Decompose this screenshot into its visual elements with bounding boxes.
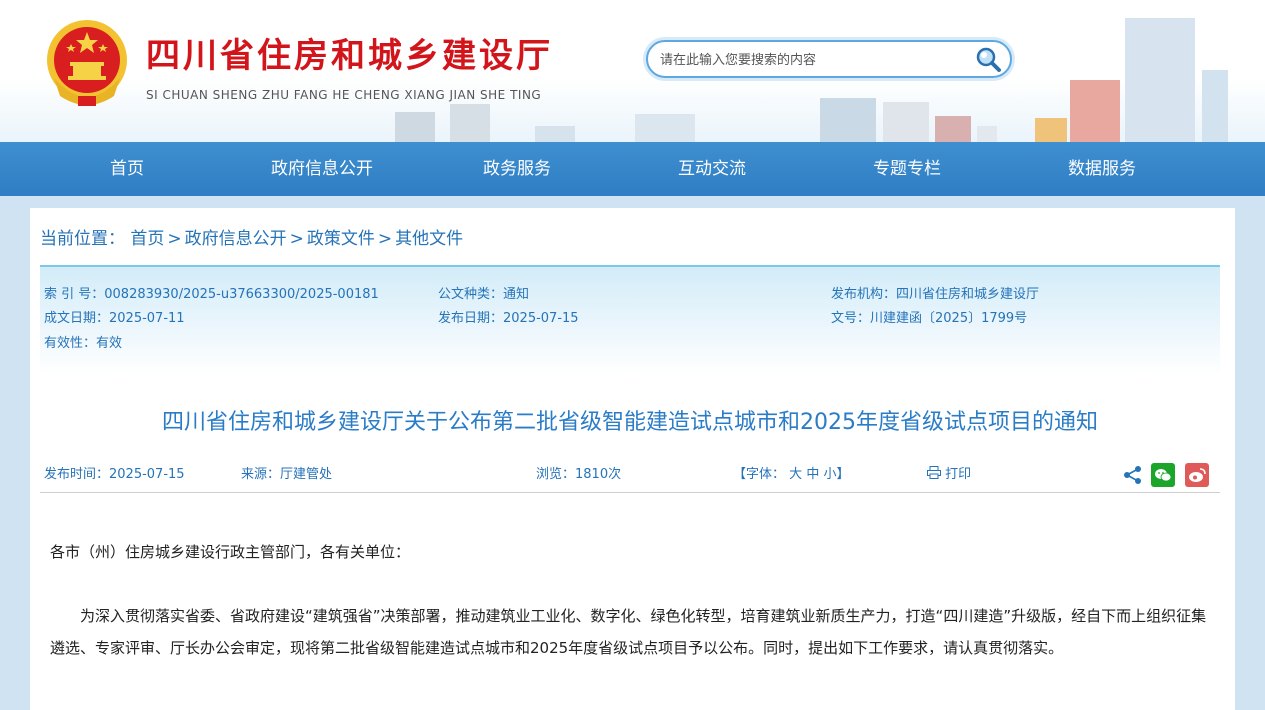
nav-item-services[interactable]: 政务服务 [420, 142, 614, 196]
meta-category-label: 公文种类： [438, 287, 504, 302]
views-label: 浏览： [536, 467, 576, 482]
city-skyline-illustration [395, 18, 1228, 142]
meta-agency-value: 四川省住房和城乡建设厅 [896, 287, 1040, 302]
content-panel: 当前位置： 首页 > 政府信息公开 > 政策文件 > 其他文件 索 引 号：00828393… [30, 208, 1235, 710]
article-paragraph-1: 各市（州）住房城乡建设行政主管部门，各有关单位： [50, 543, 411, 561]
source-value: 厅建管处 [280, 467, 333, 482]
weibo-icon[interactable] [1185, 463, 1209, 487]
meta-index-value: 008283930/2025-u37663300/2025-00181 [104, 287, 379, 302]
breadcrumb-policy[interactable]: 政策文件 [307, 229, 375, 249]
meta-category-value: 通知 [503, 287, 530, 302]
views-value: 1810次 [575, 467, 622, 482]
breadcrumb-other[interactable]: 其他文件 [395, 229, 463, 249]
font-size-label: 【字体： [733, 467, 786, 482]
national-emblem-icon [47, 20, 127, 106]
breadcrumb-separator: > [377, 229, 393, 249]
meta-created-value: 2025-07-11 [109, 311, 185, 326]
font-size-close: 】 [836, 467, 850, 482]
meta-docno-label: 文号： [831, 311, 871, 326]
article-divider [40, 492, 1220, 493]
breadcrumb-gov-info[interactable]: 政府信息公开 [185, 229, 287, 249]
meta-index: 索 引 号：008283930/2025-u37663300/2025-0018… [44, 283, 379, 302]
breadcrumb: 当前位置： 首页 > 政府信息公开 > 政策文件 > 其他文件 [40, 224, 463, 249]
article-source: 来源：厅建管处 [241, 463, 332, 482]
font-large-button[interactable]: 大 [789, 467, 802, 482]
publish-time-label: 发布时间： [44, 467, 110, 482]
meta-published: 发布日期：2025-07-15 [438, 307, 579, 326]
article-publish-time: 发布时间：2025-07-15 [44, 463, 185, 482]
site-header: 四川省住房和城乡建设厅 SI CHUAN SHENG ZHU FANG HE C… [0, 0, 1265, 142]
breadcrumb-separator: > [289, 229, 304, 249]
font-medium-button[interactable]: 中 [806, 467, 819, 482]
meta-created-label: 成文日期： [44, 311, 110, 326]
meta-validity-value: 有效 [96, 336, 123, 351]
print-label: 打印 [945, 467, 972, 482]
nav-item-gov-info[interactable]: 政府信息公开 [225, 142, 419, 196]
font-small-button[interactable]: 小 [823, 467, 836, 482]
article-views: 浏览：1810次 [536, 463, 621, 482]
meta-agency: 发布机构：四川省住房和城乡建设厅 [831, 283, 1039, 302]
nav-item-home[interactable]: 首页 [30, 142, 224, 196]
wechat-icon[interactable] [1151, 463, 1175, 487]
meta-index-label: 索 引 号： [44, 287, 105, 302]
article-title: 四川省住房和城乡建设厅关于公布第二批省级智能建造试点城市和2025年度省级试点项… [162, 410, 1098, 435]
main-nav: 首页 政府信息公开 政务服务 互动交流 专题专栏 数据服务 [0, 142, 1265, 196]
meta-docno-value: 川建建函〔2025〕1799号 [870, 311, 1028, 326]
meta-published-label: 发布日期： [438, 311, 504, 326]
meta-agency-label: 发布机构： [831, 287, 897, 302]
print-button[interactable]: 打印 [927, 463, 971, 482]
nav-item-interaction[interactable]: 互动交流 [615, 142, 809, 196]
share-icon[interactable] [1121, 463, 1145, 487]
document-meta-box: 索 引 号：008283930/2025-u37663300/2025-0018… [40, 265, 1220, 375]
publish-time-value: 2025-07-15 [109, 467, 185, 482]
meta-category: 公文种类：通知 [438, 283, 529, 302]
meta-validity-label: 有效性： [44, 336, 97, 351]
nav-item-data[interactable]: 数据服务 [1005, 142, 1199, 196]
breadcrumb-label: 当前位置： [40, 229, 125, 249]
article-paragraph-2: 为深入贯彻落实省委、省政府建设“建筑强省”决策部署，推动建筑业工业化、数字化、绿… [50, 607, 1207, 657]
nav-item-topics[interactable]: 专题专栏 [810, 142, 1004, 196]
meta-docno: 文号：川建建函〔2025〕1799号 [831, 307, 1027, 326]
source-label: 来源： [241, 467, 281, 482]
font-size-control: 【字体： 大 中 小】 [733, 463, 850, 482]
breadcrumb-home[interactable]: 首页 [130, 229, 164, 249]
meta-published-value: 2025-07-15 [503, 311, 579, 326]
meta-validity: 有效性：有效 [44, 332, 122, 351]
breadcrumb-separator: > [167, 229, 182, 249]
meta-created: 成文日期：2025-07-11 [44, 307, 185, 326]
print-icon [927, 466, 941, 479]
